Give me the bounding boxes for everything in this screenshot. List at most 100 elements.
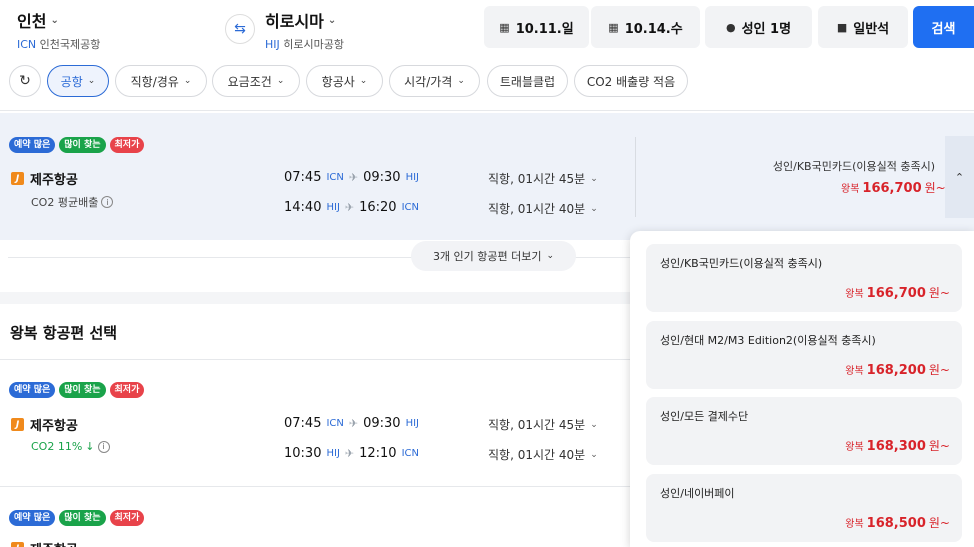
- badge-lowest-price: 최저가: [109, 382, 145, 398]
- co2-info: CO2 11% ↓ i: [31, 440, 110, 453]
- dep-code: HIJ: [326, 202, 340, 213]
- co2-info: CO2 평균배출 i: [31, 194, 114, 210]
- dep-time: 14:40: [284, 200, 322, 215]
- outbound-duration[interactable]: 직항, 01시간 45분 ⌄: [488, 170, 598, 187]
- price-amount: 168,300: [866, 439, 926, 454]
- filter-label: 공항: [60, 74, 83, 89]
- seat-class-label: 일반석: [853, 21, 890, 37]
- show-more-flights-button[interactable]: 3개 인기 항공편 더보기 ⌄: [411, 241, 576, 271]
- filter-label: 항공사: [321, 74, 355, 89]
- destination-selector[interactable]: 히로시마 ⌄ HIJ 히로시마공항: [265, 8, 344, 52]
- price-amount: 166,700: [866, 286, 926, 301]
- price-suffix: 원~: [928, 363, 950, 377]
- chevron-down-icon: ⌄: [276, 76, 285, 86]
- plane-icon: ✈: [344, 201, 355, 214]
- chevron-down-icon: ⌄: [50, 14, 59, 26]
- badge-popular-booking: 예약 많은: [9, 510, 56, 526]
- jeju-air-logo-icon: J: [11, 418, 24, 431]
- arr-code: HIJ: [405, 172, 419, 183]
- badge-frequently-searched: 많이 찾는: [59, 510, 106, 526]
- price-amount: 166,700: [862, 181, 922, 196]
- price-prefix: 왕복: [841, 184, 860, 195]
- passengers-button[interactable]: ● 성인 1명: [705, 6, 812, 48]
- featured-flight-card[interactable]: [0, 113, 974, 240]
- inbound-duration[interactable]: 직항, 01시간 40분 ⌄: [488, 446, 598, 463]
- filter-co2[interactable]: CO2 배출량 적음: [574, 65, 688, 97]
- arr-code: ICN: [401, 448, 419, 459]
- collapse-prices-button[interactable]: ⌃: [945, 136, 974, 218]
- seat-class-button[interactable]: ■ 일반석: [818, 6, 908, 48]
- refresh-button[interactable]: ↻: [9, 65, 41, 97]
- arr-time: 09:30: [363, 416, 401, 431]
- price-option[interactable]: 성인/모든 결제수단 왕복 168,300 원~: [646, 397, 962, 465]
- price-option[interactable]: 성인/현대 M2/M3 Edition2(이용실적 충족시) 왕복 168,200…: [646, 321, 962, 389]
- filter-airline[interactable]: 항공사 ⌄: [306, 65, 383, 97]
- airline-label: 제주항공: [30, 419, 78, 434]
- price-option[interactable]: 성인/KB국민카드(이용실적 충족시) 왕복 166,700 원~: [646, 244, 962, 312]
- inbound-duration[interactable]: 직항, 01시간 40분 ⌄: [488, 200, 598, 217]
- badge-frequently-searched: 많이 찾는: [59, 137, 106, 153]
- filter-airport[interactable]: 공항 ⌄: [47, 65, 109, 97]
- plane-icon: ✈: [344, 447, 355, 460]
- badge-frequently-searched: 많이 찾는: [59, 382, 106, 398]
- dep-code: ICN: [326, 172, 344, 183]
- badge-group: 예약 많은 많이 찾는 최저가: [9, 382, 145, 398]
- price-prefix: 왕복: [845, 519, 864, 530]
- origin-code: ICN: [17, 38, 37, 51]
- search-button[interactable]: 검색: [913, 6, 974, 48]
- price-prefix: 왕복: [845, 366, 864, 377]
- filter-bar: ↻ 공항 ⌄ 직항/경유 ⌄ 요금조건 ⌄ 항공사 ⌄ 시각/가격 ⌄ 트래블클럽 CO2…: [0, 62, 974, 100]
- arr-time: 12:10: [359, 446, 397, 461]
- duration-label: 직항, 01시간 45분: [488, 172, 586, 186]
- co2-label: CO2 11%: [31, 440, 83, 453]
- dep-time: 10:30: [284, 446, 322, 461]
- duration-label: 직항, 01시간 40분: [488, 202, 586, 216]
- search-header: 인천 ⌄ ICN 인천국제공항 ⇆ 히로시마 ⌄ HIJ 히로시마공항 ▦ 10.11…: [0, 0, 974, 58]
- outbound-duration[interactable]: 직항, 01시간 45분 ⌄: [488, 416, 598, 433]
- duration-label: 직항, 01시간 40분: [488, 448, 586, 462]
- filter-direct[interactable]: 직항/경유 ⌄: [115, 65, 207, 97]
- return-date-button[interactable]: ▦ 10.14.수: [591, 6, 700, 48]
- swap-route-button[interactable]: ⇆: [225, 14, 255, 44]
- info-icon[interactable]: i: [101, 196, 114, 208]
- airline-label: 제주항공: [30, 539, 78, 547]
- chevron-down-icon: ⌄: [457, 76, 465, 86]
- filter-travel-club[interactable]: 트래블클럽: [487, 65, 568, 97]
- badge-popular-booking: 예약 많은: [9, 382, 56, 398]
- chevron-down-icon: ⌄: [359, 76, 368, 86]
- chevron-up-icon: ⌃: [954, 170, 965, 184]
- divider: [0, 110, 974, 111]
- return-date-label: 10.14.수: [624, 21, 683, 37]
- price-option-label: 성인/모든 결제수단: [660, 410, 749, 423]
- arr-code: HIJ: [405, 418, 419, 429]
- chevron-down-icon: ⌄: [327, 14, 337, 26]
- filter-label: 트래블클럽: [499, 74, 556, 89]
- price-options-popup: 성인/KB국민카드(이용실적 충족시) 왕복 166,700 원~ 성인/현대 M2…: [630, 231, 974, 547]
- destination-city: 히로시마: [265, 12, 324, 31]
- price-option[interactable]: 성인/네이버페이 왕복 168,500 원~: [646, 474, 962, 542]
- airline-name: J 제주항공: [11, 169, 78, 188]
- price-amount: 168,200: [866, 363, 926, 378]
- featured-price[interactable]: 왕복 166,700 원~: [841, 179, 946, 196]
- plane-icon: ✈: [348, 417, 359, 430]
- show-more-label: 3개 인기 항공편 더보기: [432, 250, 542, 263]
- price-condition: 성인/KB국민카드(이용실적 충족시): [772, 160, 935, 173]
- jeju-air-logo-icon: J: [11, 172, 24, 185]
- filter-time-price[interactable]: 시각/가격 ⌄: [389, 65, 480, 97]
- section-title: 왕복 항공편 선택: [10, 324, 118, 342]
- filter-label: 직항/경유: [130, 74, 179, 89]
- price-amount: 168,500: [866, 516, 926, 531]
- depart-date-label: 10.11.일: [515, 21, 574, 37]
- arr-code: ICN: [401, 202, 419, 213]
- dep-code: HIJ: [326, 448, 340, 459]
- depart-date-button[interactable]: ▦ 10.11.일: [484, 6, 589, 48]
- origin-selector[interactable]: 인천 ⌄ ICN 인천국제공항: [17, 8, 100, 52]
- filter-fare[interactable]: 요금조건 ⌄: [212, 65, 300, 97]
- seat-icon: ■: [836, 20, 848, 34]
- origin-city: 인천: [17, 12, 47, 31]
- swap-arrows-icon: ⇆: [234, 21, 246, 37]
- info-icon[interactable]: i: [97, 440, 110, 453]
- filter-label: 시각/가격: [404, 74, 453, 89]
- price-suffix: 원~: [924, 181, 946, 195]
- origin-airport: 인천국제공항: [39, 38, 101, 51]
